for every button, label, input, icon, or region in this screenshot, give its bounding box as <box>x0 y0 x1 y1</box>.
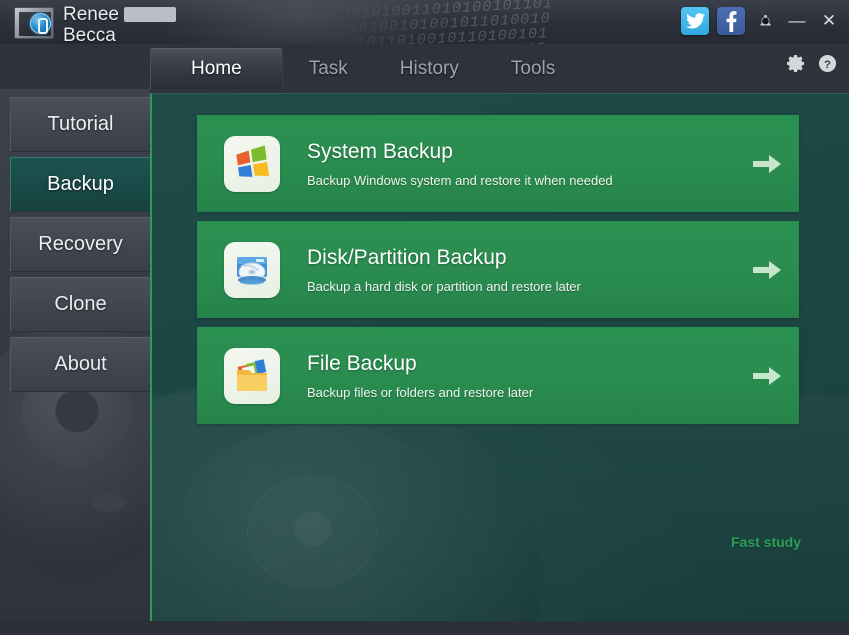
arrow-right-icon[interactable] <box>735 152 799 176</box>
hard-disk-icon <box>224 242 280 298</box>
sidebar-item-label: Recovery <box>38 233 122 256</box>
sidebar-item-label: About <box>54 353 106 376</box>
gear-icon[interactable] <box>787 54 806 78</box>
card-title: Disk/Partition Backup <box>307 246 735 270</box>
pin-icon[interactable] <box>753 8 777 34</box>
sidebar-item-label: Backup <box>47 173 114 196</box>
platter-nub-decoration <box>92 494 126 512</box>
sidebar: Tutorial Backup Recovery Clone About <box>0 89 150 635</box>
tab-tools[interactable]: Tools <box>485 48 581 89</box>
card-description: Backup Windows system and restore it whe… <box>307 173 735 188</box>
app-logo-icon <box>14 7 58 41</box>
platter-hub-decoration <box>55 389 99 433</box>
panel-sheen <box>152 394 849 621</box>
app-title: Renee Becca <box>63 4 183 44</box>
card-text: File Backup Backup files or folders and … <box>307 352 735 400</box>
card-description: Backup files or folders and restore late… <box>307 385 735 400</box>
fast-study-link[interactable]: Fast study <box>731 534 801 550</box>
facebook-icon[interactable] <box>717 7 745 35</box>
sidebar-item-tutorial[interactable]: Tutorial <box>10 97 150 152</box>
app-title-line1: Renee <box>63 4 119 25</box>
card-title: File Backup <box>307 352 735 376</box>
sidebar-item-label: Tutorial <box>48 113 114 136</box>
twitter-icon[interactable] <box>681 7 709 35</box>
arrow-right-icon[interactable] <box>735 258 799 282</box>
card-disk-partition-backup[interactable]: Disk/Partition Backup Backup a hard disk… <box>197 221 799 318</box>
card-file-backup[interactable]: File Backup Backup files or folders and … <box>197 327 799 424</box>
card-title: System Backup <box>307 140 735 164</box>
windows-logo-icon <box>224 136 280 192</box>
sidebar-item-about[interactable]: About <box>10 337 150 392</box>
card-description: Backup a hard disk or partition and rest… <box>307 279 735 294</box>
tab-history[interactable]: History <box>374 48 485 89</box>
backup-options-list: System Backup Backup Windows system and … <box>152 94 849 424</box>
sidebar-item-backup[interactable]: Backup <box>10 157 150 212</box>
sidebar-item-clone[interactable]: Clone <box>10 277 150 332</box>
tab-task[interactable]: Task <box>283 48 374 89</box>
tab-bar: Home Task History Tools <box>150 44 581 89</box>
sidebar-item-label: Clone <box>54 293 106 316</box>
close-button[interactable]: ✕ <box>817 8 841 34</box>
card-text: Disk/Partition Backup Backup a hard disk… <box>307 246 735 294</box>
window-bottom-edge <box>0 621 849 635</box>
folder-files-icon <box>224 348 280 404</box>
sidebar-nav: Tutorial Backup Recovery Clone About <box>0 89 150 392</box>
sidebar-item-recovery[interactable]: Recovery <box>10 217 150 272</box>
titlebar-controls: — ✕ <box>681 5 841 37</box>
minimize-button[interactable]: — <box>785 8 809 34</box>
arrow-right-icon[interactable] <box>735 364 799 388</box>
title-bar: 1001010011010100101101 01101001010010110… <box>0 0 849 44</box>
svg-text:?: ? <box>824 59 831 71</box>
card-text: System Backup Backup Windows system and … <box>307 140 735 188</box>
tab-home[interactable]: Home <box>150 48 283 89</box>
app-window: 1001010011010100101101 01101001010010110… <box>0 0 849 635</box>
content-panel: System Backup Backup Windows system and … <box>150 93 849 621</box>
help-icon[interactable]: ? <box>818 54 837 78</box>
toolbar-icons: ? <box>787 54 837 78</box>
titlebar-glow <box>150 0 450 44</box>
card-system-backup[interactable]: System Backup Backup Windows system and … <box>197 115 799 212</box>
redaction-block <box>124 7 176 22</box>
app-title-line2: Becca <box>63 25 183 44</box>
